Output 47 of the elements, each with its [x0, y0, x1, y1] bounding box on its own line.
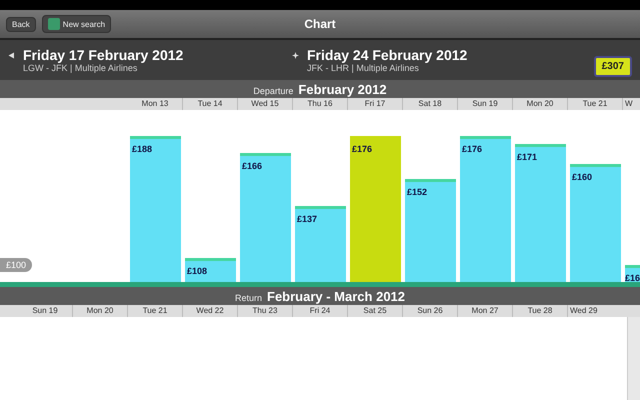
- screen-title: Chart: [304, 17, 336, 31]
- price-bar[interactable]: £137: [295, 206, 346, 282]
- day-label: Mon 20: [73, 305, 128, 317]
- total-price[interactable]: £307: [594, 56, 632, 76]
- day-label: Mon 13: [128, 98, 183, 110]
- day-label: Tue 21: [128, 305, 183, 317]
- star-icon: [292, 52, 299, 59]
- section-month: February - March 2012: [267, 289, 406, 304]
- flight-date: Friday 17 February 2012: [23, 47, 184, 63]
- day-label: Wed 15: [238, 98, 293, 110]
- day-label: Sun 26: [403, 305, 458, 317]
- scale-label: £100: [0, 258, 32, 272]
- day-label: Thu 16: [293, 98, 348, 110]
- day-label: Sun 19: [458, 98, 513, 110]
- day-label: Sun 19: [18, 305, 73, 317]
- section-label: Departure: [253, 86, 294, 96]
- day-label: Sat 18: [403, 98, 458, 110]
- section-label: Return: [234, 293, 262, 303]
- day-label: Sat 25: [348, 305, 403, 317]
- back-button[interactable]: Back: [6, 16, 36, 32]
- day-label: Tue 28: [513, 305, 568, 317]
- new-search-button[interactable]: New search: [42, 15, 112, 33]
- section-month: February 2012: [298, 82, 387, 97]
- price-bar[interactable]: £176: [350, 136, 401, 282]
- price-bar[interactable]: £188: [130, 136, 181, 282]
- price-bar[interactable]: £108: [185, 258, 236, 282]
- price-bar[interactable]: £160: [570, 164, 621, 282]
- day-label: Wed 29: [569, 305, 598, 317]
- price-bar[interactable]: £171: [515, 144, 566, 282]
- arrow-icon: [8, 52, 15, 59]
- day-label: Mon 27: [458, 305, 513, 317]
- day-label: Tue 21: [568, 98, 623, 110]
- price-bar[interactable]: £176: [460, 136, 511, 282]
- day-label: Thu 23: [238, 305, 293, 317]
- day-label: Mon 20: [513, 98, 568, 110]
- square-icon: [48, 18, 60, 30]
- day-label: Fri 17: [348, 98, 403, 110]
- flight-date: Friday 24 February 2012: [307, 47, 468, 63]
- flight-route: JFK - LHR | Multiple Airlines: [307, 63, 420, 73]
- day-label: W: [624, 98, 634, 110]
- price-bar[interactable]: £166: [240, 153, 291, 282]
- day-label: Fri 24: [293, 305, 348, 317]
- day-label: Tue 14: [183, 98, 238, 110]
- day-label: Wed 22: [183, 305, 238, 317]
- price-bar[interactable]: £16: [625, 264, 640, 282]
- price-bar[interactable]: £152: [405, 178, 456, 282]
- flight-route: LGW - JFK | Multiple Airlines: [23, 63, 138, 73]
